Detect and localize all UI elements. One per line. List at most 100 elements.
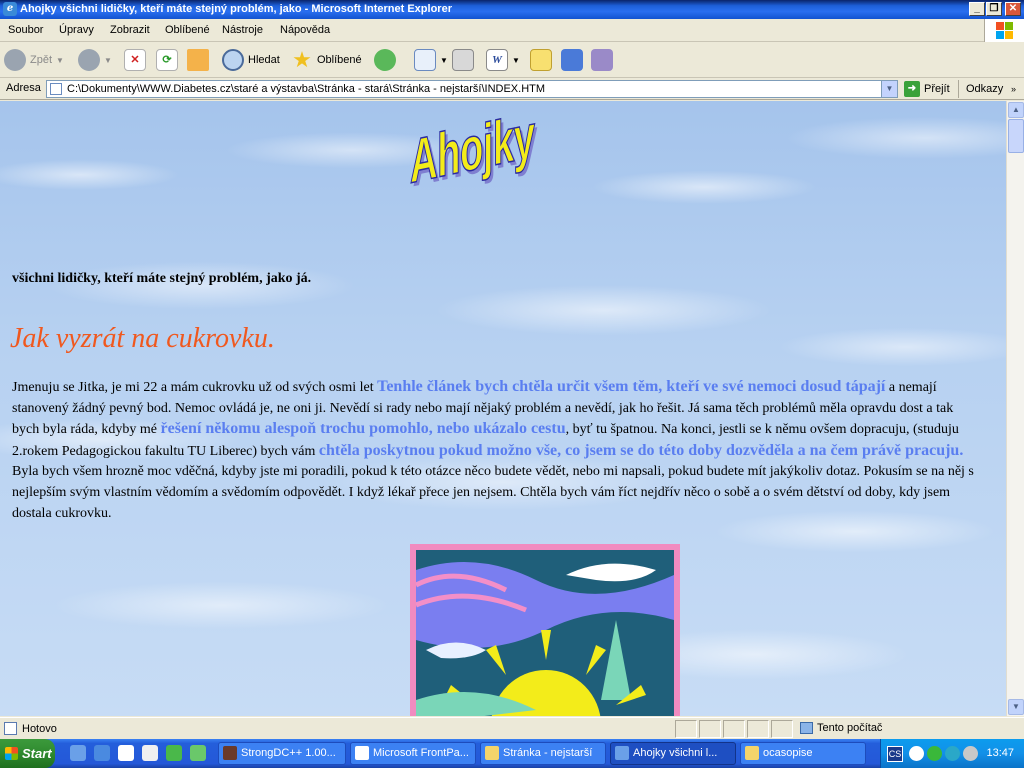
- research-button[interactable]: [591, 46, 613, 74]
- back-button[interactable]: Zpět ▼: [4, 46, 64, 74]
- sunrise-illustration: [416, 550, 674, 716]
- status-pane: [771, 720, 793, 738]
- title-bar[interactable]: e Ahojky všichni lidičky, kteří máte ste…: [0, 0, 1024, 19]
- scroll-down-icon[interactable]: ▼: [1008, 699, 1024, 715]
- system-tray: CS 13:47: [880, 739, 1024, 768]
- windows-flag-icon: [5, 747, 18, 760]
- back-arrow-icon: [4, 49, 26, 71]
- word-icon: W: [486, 49, 508, 71]
- research-icon: [591, 49, 613, 71]
- quicklaunch-book2-icon[interactable]: [190, 745, 206, 761]
- status-text: Hotovo: [22, 723, 57, 735]
- dropdown-arrow-icon[interactable]: ▼: [104, 56, 112, 65]
- address-dropdown-icon[interactable]: ▼: [881, 81, 897, 97]
- menu-upravy[interactable]: Úpravy: [59, 24, 94, 36]
- minimize-button[interactable]: _: [969, 2, 985, 16]
- print-button[interactable]: [452, 46, 474, 74]
- refresh-icon: ⟳: [156, 49, 178, 71]
- security-icon[interactable]: [927, 746, 942, 761]
- search-icon: [222, 49, 244, 71]
- status-pane: [699, 720, 721, 738]
- stop-button[interactable]: ✕: [124, 46, 146, 74]
- folder-icon: [745, 746, 759, 760]
- favorites-button[interactable]: ★ Oblíbené: [291, 46, 362, 74]
- dropdown-arrow-icon[interactable]: ▼: [440, 56, 448, 65]
- messenger-icon: [561, 49, 583, 71]
- start-button[interactable]: Start: [0, 739, 55, 768]
- menu-oblibene[interactable]: Oblíbené: [165, 24, 210, 36]
- task-ie-ahojky[interactable]: Ahojky všichni l...: [610, 742, 736, 765]
- home-icon: [187, 49, 209, 71]
- vertical-scrollbar[interactable]: ▲ ▼: [1006, 101, 1024, 716]
- task-folder-nejstarsi[interactable]: Stránka - nejstarší: [480, 742, 606, 765]
- menu-napoveda[interactable]: Nápověda: [280, 24, 330, 36]
- scroll-up-icon[interactable]: ▲: [1008, 102, 1024, 118]
- address-label: Adresa: [6, 82, 41, 94]
- page-heading: Jak vyzrát na cukrovku.: [10, 323, 275, 354]
- quicklaunch-ie-icon[interactable]: [70, 745, 86, 761]
- mail-button[interactable]: ▼: [414, 46, 448, 74]
- task-folder-ocasopise[interactable]: ocasopise: [740, 742, 866, 765]
- forward-button[interactable]: ▼: [78, 46, 112, 74]
- maximize-button[interactable]: ❐: [986, 2, 1002, 16]
- clock[interactable]: 13:47: [986, 747, 1014, 759]
- task-strongdc[interactable]: StrongDC++ 1.00...: [218, 742, 346, 765]
- mail-icon: [414, 49, 436, 71]
- history-button[interactable]: [374, 46, 396, 74]
- page-status-icon: [4, 722, 17, 735]
- network-icon[interactable]: [945, 746, 960, 761]
- taskbar: Start StrongDC++ 1.00... Microsoft Front…: [0, 739, 1024, 768]
- ahojky-logo: Ahojky: [409, 101, 535, 198]
- page-icon: [50, 83, 62, 95]
- forward-arrow-icon: [78, 49, 100, 71]
- star-icon: ★: [292, 47, 312, 72]
- menu-bar: Soubor Úpravy Zobrazit Oblíbené Nástroje…: [0, 19, 1024, 42]
- messenger-button[interactable]: [561, 46, 583, 74]
- help-icon[interactable]: [909, 746, 924, 761]
- windows-logo-icon: [984, 19, 1024, 42]
- dropdown-arrow-icon[interactable]: ▼: [512, 56, 520, 65]
- home-button[interactable]: [187, 46, 209, 74]
- status-bar: Hotovo Tento počítač: [0, 717, 1024, 739]
- article-paragraph: Jmenuju se Jitka, je mi 22 a mám cukrovk…: [12, 378, 974, 521]
- task-frontpage[interactable]: Microsoft FrontPa...: [350, 742, 476, 765]
- links-toolbar[interactable]: Odkazy »: [958, 80, 1016, 98]
- language-indicator[interactable]: CS: [887, 746, 903, 762]
- standard-toolbar: Zpět ▼ ▼ ✕ ⟳ Hledat ★ Oblíbené ▼ W ▼: [0, 42, 1024, 78]
- dropdown-arrow-icon[interactable]: ▼: [56, 56, 64, 65]
- quicklaunch-app-icon[interactable]: [142, 745, 158, 761]
- refresh-button[interactable]: ⟳: [156, 46, 178, 74]
- printer-icon: [452, 49, 474, 71]
- volume-icon[interactable]: [963, 746, 978, 761]
- sunrise-clipart: [410, 544, 680, 716]
- status-pane: [747, 720, 769, 738]
- scroll-thumb[interactable]: [1008, 119, 1024, 153]
- window-title: Ahojky všichni lidičky, kteří máte stejn…: [20, 3, 452, 15]
- intro-text: všichni lidičky, kteří máte stejný probl…: [12, 271, 312, 286]
- status-pane: [675, 720, 697, 738]
- address-input[interactable]: C:\Dokumenty\WWW.Diabetes.cz\staré a výs…: [46, 80, 898, 98]
- ie-icon: [615, 746, 629, 760]
- quicklaunch-book-icon[interactable]: [166, 745, 182, 761]
- ie-icon: e: [3, 2, 17, 16]
- page-content: Ahojky všichni lidičky, kteří máte stejn…: [0, 101, 1006, 716]
- history-icon: [374, 49, 396, 71]
- folder-icon: [485, 746, 499, 760]
- status-pane: [723, 720, 745, 738]
- note-icon: [530, 49, 552, 71]
- go-button[interactable]: ➜ Přejít: [904, 81, 950, 97]
- quicklaunch-word-icon[interactable]: [118, 745, 134, 761]
- stop-icon: ✕: [124, 49, 146, 71]
- computer-icon: [800, 722, 813, 734]
- menu-nastroje[interactable]: Nástroje: [222, 24, 263, 36]
- quicklaunch-browser-icon[interactable]: [94, 745, 110, 761]
- go-arrow-icon: ➜: [904, 81, 920, 97]
- address-bar: Adresa C:\Dokumenty\WWW.Diabetes.cz\star…: [0, 78, 1024, 100]
- chevron-right-icon[interactable]: »: [1011, 80, 1016, 98]
- edit-button[interactable]: W ▼: [486, 46, 520, 74]
- discuss-button[interactable]: [530, 46, 552, 74]
- menu-soubor[interactable]: Soubor: [8, 24, 43, 36]
- close-button[interactable]: ✕: [1005, 2, 1021, 16]
- search-button[interactable]: Hledat: [222, 46, 280, 74]
- menu-zobrazit[interactable]: Zobrazit: [110, 24, 150, 36]
